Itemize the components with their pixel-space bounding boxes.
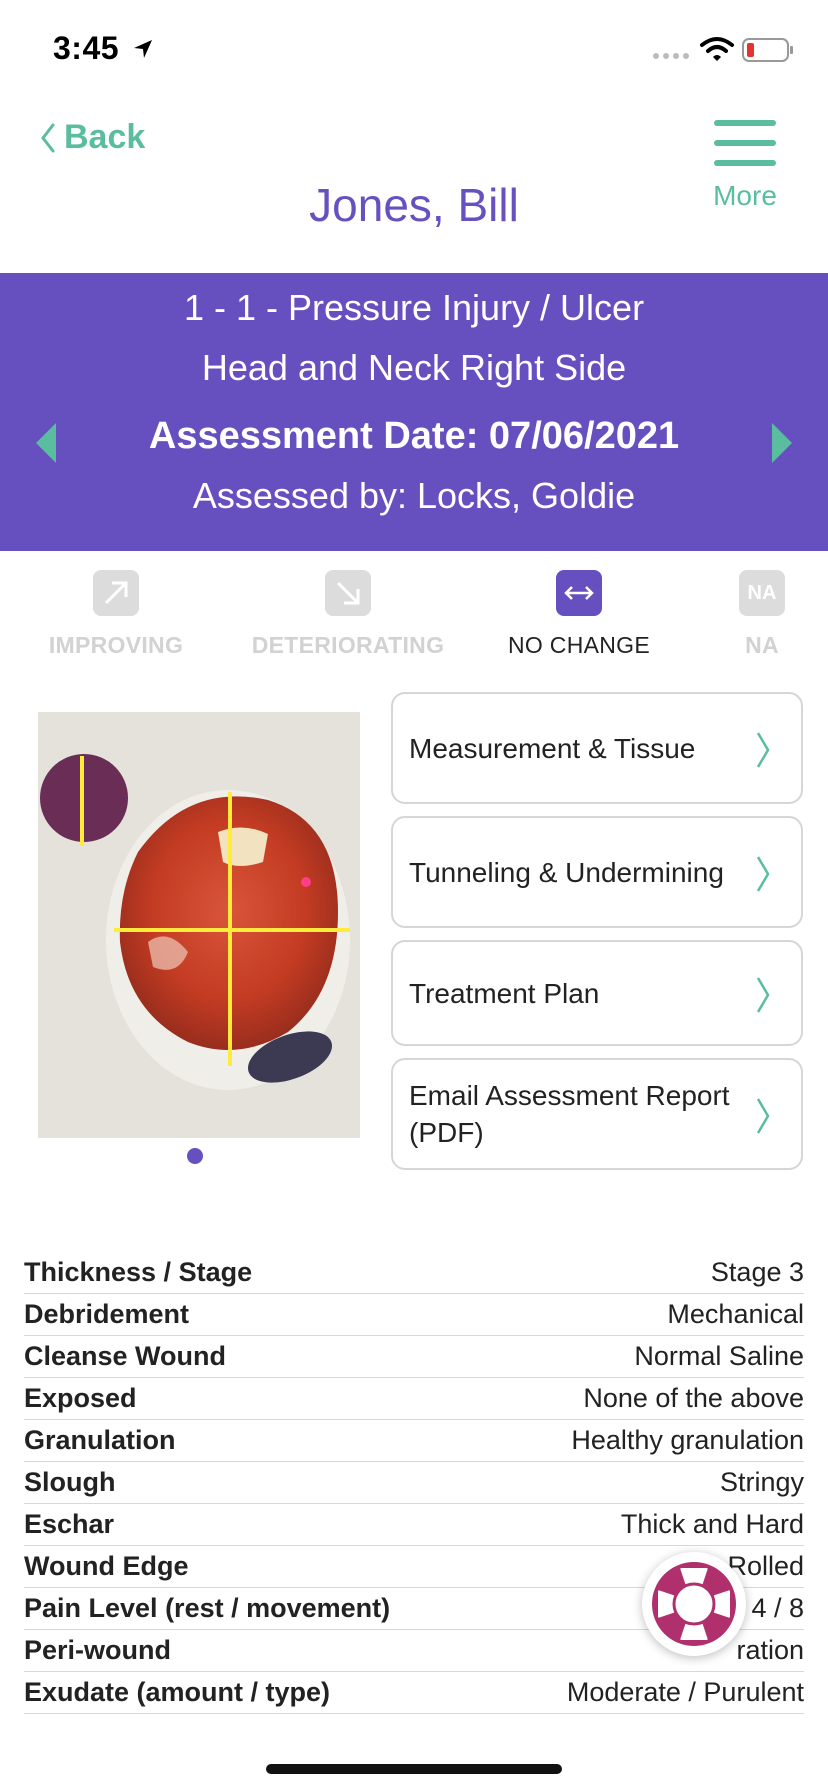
detail-row: Debridement Mechanical: [24, 1294, 804, 1336]
detail-label: Thickness / Stage: [24, 1257, 253, 1287]
help-button[interactable]: [642, 1552, 746, 1656]
detail-label: Debridement: [24, 1299, 190, 1329]
detail-row: Granulation Healthy granulation: [24, 1420, 804, 1462]
cellular-signal-icon: [653, 53, 689, 59]
chevron-right-icon: [756, 732, 770, 768]
status-time: 3:45: [53, 30, 120, 66]
home-indicator[interactable]: [266, 1764, 562, 1774]
trend-improving[interactable]: IMPROVING: [46, 570, 186, 659]
photo-page-indicator[interactable]: [187, 1148, 203, 1164]
detail-label: Eschar: [24, 1509, 115, 1539]
tunneling-undermining-button[interactable]: Tunneling & Undermining: [391, 816, 803, 928]
treatment-plan-button[interactable]: Treatment Plan: [391, 940, 803, 1046]
chevron-left-icon: [41, 123, 55, 152]
patient-name: Jones, Bill: [309, 179, 519, 231]
back-label: Back: [64, 118, 146, 156]
na-icon-text: NA: [747, 581, 777, 604]
trend-no-change[interactable]: NO CHANGE: [506, 570, 652, 659]
next-assessment-arrow-icon[interactable]: [770, 421, 794, 465]
trend-na[interactable]: NA NA: [736, 570, 788, 659]
wifi-icon: [700, 37, 734, 61]
email-report-button[interactable]: Email Assessment Report (PDF): [391, 1058, 803, 1170]
chevron-right-icon: [756, 977, 770, 1013]
detail-value: Stringy: [719, 1467, 804, 1497]
chevron-right-icon: [756, 856, 770, 892]
detail-label: Pain Level (rest / movement): [24, 1593, 391, 1623]
arrow-up-right-icon: [93, 570, 139, 616]
wound-photo[interactable]: [38, 712, 360, 1138]
battery-low-icon: [742, 38, 793, 62]
detail-label: Granulation: [24, 1425, 176, 1455]
detail-value: Mechanical: [667, 1299, 804, 1329]
email-report-label: Email Assessment Report (PDF): [409, 1080, 730, 1148]
detail-value: Stage 3: [710, 1257, 804, 1287]
assessed-by: Assessed by: Locks, Goldie: [192, 475, 636, 516]
trend-no-change-label: NO CHANGE: [508, 632, 650, 658]
detail-label: Slough: [24, 1467, 116, 1497]
detail-row: Exudate (amount / type) Moderate / Purul…: [24, 1672, 804, 1714]
arrow-down-right-icon: [325, 570, 371, 616]
back-button[interactable]: Back: [40, 118, 145, 157]
na-icon: NA: [739, 570, 785, 616]
detail-value: Moderate / Purulent: [566, 1677, 804, 1707]
detail-value: None of the above: [583, 1383, 804, 1413]
detail-label: Peri-wound: [24, 1635, 171, 1665]
arrow-left-right-icon: [556, 570, 602, 616]
detail-label: Cleanse Wound: [24, 1341, 227, 1371]
lifebuoy-icon: [652, 1562, 736, 1646]
detail-label: Exudate (amount / type): [24, 1677, 331, 1707]
detail-value: ration: [736, 1635, 804, 1665]
detail-value: Normal Saline: [634, 1341, 804, 1371]
treatment-plan-label: Treatment Plan: [409, 977, 600, 1009]
hamburger-icon: [714, 120, 776, 166]
tunneling-undermining-label: Tunneling & Undermining: [409, 856, 724, 888]
previous-assessment-arrow-icon[interactable]: [34, 421, 58, 465]
trend-deteriorating[interactable]: DETERIORATING: [250, 570, 446, 659]
status-bar: 3:45: [0, 0, 828, 100]
wound-header-banner: 1 - 1 - Pressure Injury / Ulcer Head and…: [0, 273, 828, 551]
chevron-right-icon: [756, 1098, 770, 1134]
detail-row: Slough Stringy: [24, 1462, 804, 1504]
detail-label: Exposed: [24, 1383, 137, 1413]
detail-row: Thickness / Stage Stage 3: [24, 1252, 804, 1294]
measurement-tissue-button[interactable]: Measurement & Tissue: [391, 692, 803, 804]
detail-row: Exposed None of the above: [24, 1378, 804, 1420]
detail-value: Healthy granulation: [571, 1425, 804, 1455]
trend-deteriorating-label: DETERIORATING: [251, 632, 445, 658]
wound-title: 1 - 1 - Pressure Injury / Ulcer: [183, 287, 645, 328]
detail-row: Eschar Thick and Hard: [24, 1504, 804, 1546]
measurement-tissue-label: Measurement & Tissue: [409, 732, 696, 764]
assessment-date: Assessment Date: 07/06/2021: [148, 415, 680, 457]
trend-na-label: NA: [745, 632, 779, 658]
detail-value: 4 / 8: [751, 1593, 804, 1623]
detail-row: Cleanse Wound Normal Saline: [24, 1336, 804, 1378]
detail-label: Wound Edge: [24, 1551, 189, 1581]
location-arrow-icon: [134, 40, 152, 58]
trend-improving-label: IMPROVING: [48, 632, 184, 658]
wound-location: Head and Neck Right Side: [201, 347, 627, 388]
detail-value: Thick and Hard: [620, 1509, 804, 1539]
